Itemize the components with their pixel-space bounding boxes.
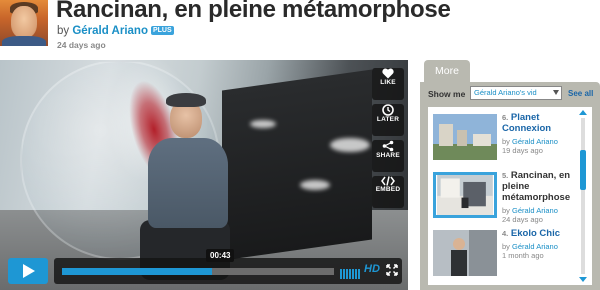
- play-icon: [23, 264, 35, 278]
- show-me-select[interactable]: Gérald Ariano's vid: [470, 86, 562, 100]
- item-number: 6.: [502, 113, 509, 122]
- byline-prefix: by: [57, 25, 73, 37]
- video-thumbnail[interactable]: [433, 114, 497, 160]
- volume-bar: [358, 269, 360, 279]
- see-all-link[interactable]: See all: [568, 89, 593, 98]
- seek-bar[interactable]: [62, 268, 334, 275]
- video-thumbnail[interactable]: [433, 172, 497, 218]
- item-title-text: Planet Connexion: [502, 112, 552, 134]
- later-label: LATER: [376, 116, 400, 123]
- embed-label: EMBED: [375, 186, 401, 193]
- volume-control[interactable]: [340, 266, 361, 279]
- item-author[interactable]: Gérald Ariano: [512, 137, 558, 146]
- volume-bar: [352, 269, 354, 279]
- frame-dark-panel: [222, 69, 372, 261]
- hd-toggle[interactable]: HD: [364, 263, 380, 275]
- volume-bar: [340, 269, 342, 279]
- video-title: Rancinan, en pleine métamorphose: [56, 0, 451, 23]
- embed-button[interactable]: EMBED: [372, 176, 404, 208]
- item-title-text: Rancinan, en pleine métamorphose: [502, 170, 571, 203]
- volume-bar: [346, 269, 348, 279]
- frame-man-body: [148, 138, 228, 228]
- avatar-shirt: [2, 36, 46, 46]
- item-by: by: [502, 206, 513, 215]
- share-icon: [382, 140, 394, 152]
- video-player[interactable]: [0, 60, 408, 290]
- frame-man-cap: [166, 93, 206, 107]
- item-title[interactable]: 5. Rancinan, en pleine métamorphose: [502, 170, 578, 203]
- item-author[interactable]: Gérald Ariano: [512, 206, 558, 215]
- scroll-down-icon[interactable]: [579, 277, 587, 282]
- item-time: 19 days ago: [502, 146, 543, 155]
- item-title[interactable]: 6. Planet Connexion: [502, 112, 578, 134]
- scroll-thumb[interactable]: [580, 150, 586, 190]
- list-item[interactable]: 4. Ekolo Chic by Gérald Ariano 1 month a…: [428, 223, 578, 281]
- plus-badge: PLUS: [150, 26, 174, 35]
- select-value: Gérald Ariano's vid: [474, 88, 537, 97]
- side-controls: LIKE LATER SHARE EMBED: [372, 64, 404, 210]
- list-item[interactable]: 5. Rancinan, en pleine métamorphose by G…: [428, 165, 578, 224]
- scroll-track[interactable]: [581, 118, 585, 274]
- item-time: 1 month ago: [502, 251, 544, 260]
- item-number: 4.: [502, 229, 509, 238]
- volume-bar: [349, 269, 351, 279]
- video-frame: [0, 60, 408, 290]
- item-title[interactable]: 4. Ekolo Chic: [502, 228, 578, 239]
- author-link[interactable]: Gérald Ariano: [72, 25, 148, 37]
- list-item[interactable]: 6. Planet Connexion by Gérald Ariano 19 …: [428, 107, 578, 165]
- volume-bar: [355, 269, 357, 279]
- play-button[interactable]: [8, 258, 48, 284]
- chevron-down-icon: [553, 90, 559, 95]
- video-thumbnail[interactable]: [433, 230, 497, 276]
- upload-time: 24 days ago: [57, 40, 106, 50]
- frame-lamp: [330, 138, 370, 152]
- frame-lamp: [300, 180, 330, 190]
- clock-icon: [382, 104, 394, 116]
- control-bar: 00:43 HD: [0, 249, 408, 290]
- volume-bar: [343, 269, 345, 279]
- share-button[interactable]: SHARE: [372, 140, 404, 172]
- list-scrollbar[interactable]: [578, 110, 588, 282]
- item-by: by: [502, 137, 513, 146]
- heart-icon: [382, 68, 394, 79]
- scroll-up-icon[interactable]: [579, 110, 587, 115]
- related-videos-list: 6. Planet Connexion by Gérald Ariano 19 …: [428, 107, 592, 285]
- item-title-text: Ekolo Chic: [510, 228, 560, 239]
- avatar-face: [11, 6, 37, 38]
- current-time: 00:43: [206, 249, 235, 262]
- more-tab[interactable]: More: [424, 60, 470, 82]
- seek-bar-progress: [62, 268, 212, 275]
- show-me-label: Show me: [428, 89, 466, 99]
- frame-lamp: [250, 120, 276, 128]
- author-avatar[interactable]: [0, 0, 48, 46]
- item-by: by: [502, 242, 513, 251]
- item-author[interactable]: Gérald Ariano: [512, 242, 558, 251]
- like-button[interactable]: LIKE: [372, 68, 404, 100]
- share-label: SHARE: [376, 152, 400, 159]
- embed-icon: [381, 176, 395, 186]
- item-number: 5.: [502, 171, 509, 180]
- item-byline: by Gérald Ariano: [502, 137, 558, 146]
- watch-later-button[interactable]: LATER: [372, 104, 404, 136]
- like-label: LIKE: [380, 79, 396, 86]
- fullscreen-icon[interactable]: [386, 264, 398, 276]
- item-byline: by Gérald Ariano: [502, 242, 558, 251]
- byline: by Gérald Ariano PLUS: [57, 25, 174, 37]
- item-byline: by Gérald Ariano: [502, 206, 558, 215]
